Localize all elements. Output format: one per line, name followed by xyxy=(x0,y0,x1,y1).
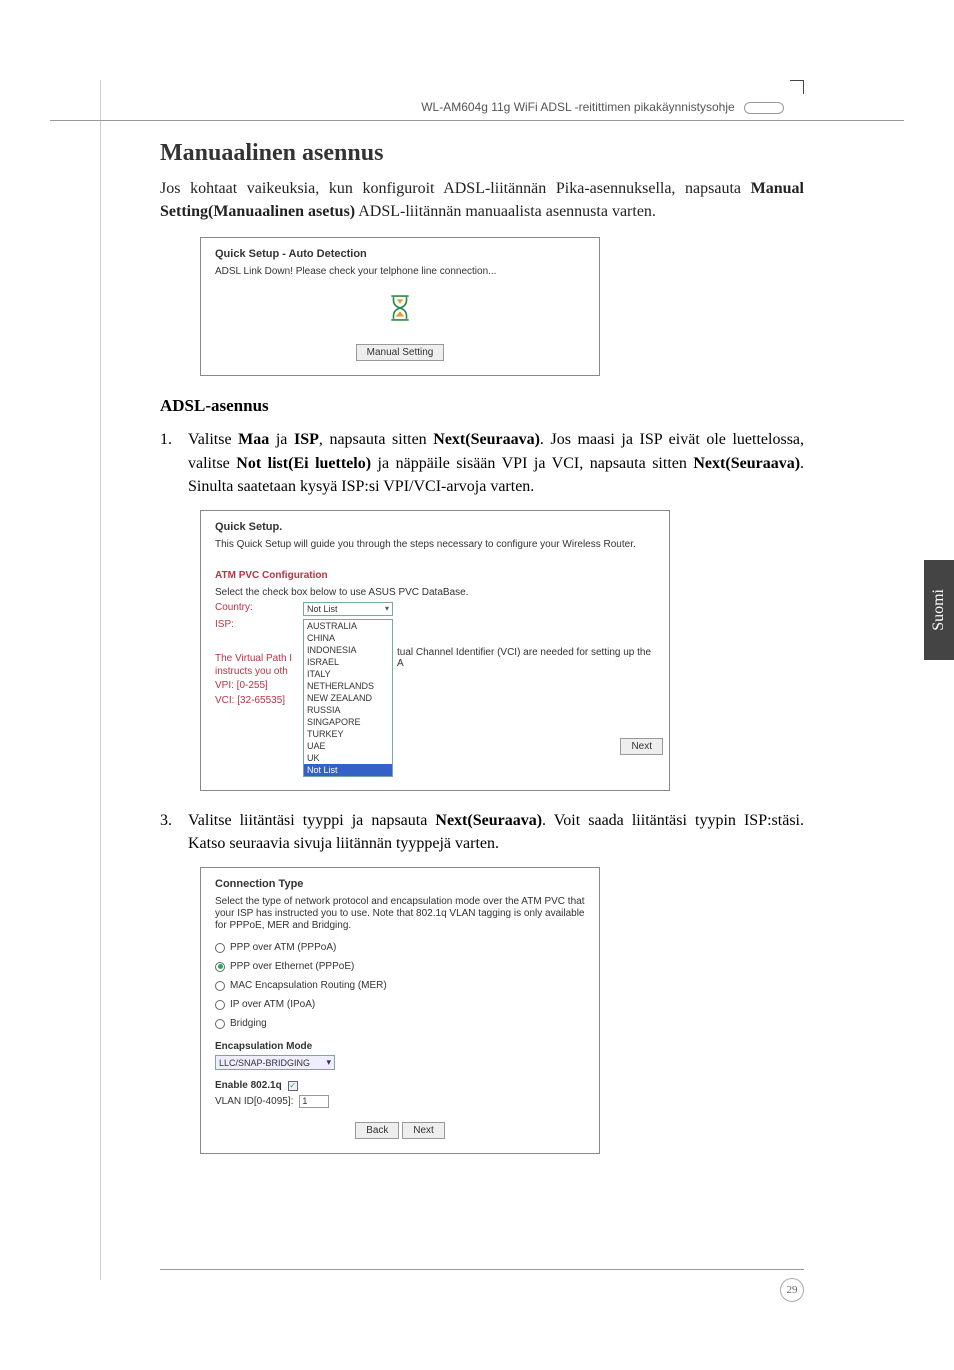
radio-label: PPP over ATM (PPPoA) xyxy=(230,942,336,953)
footer-rule xyxy=(160,1269,804,1270)
isp-option[interactable]: AUSTRALIA xyxy=(304,620,392,632)
step-1-num: 1. xyxy=(160,428,172,451)
radio-icon xyxy=(215,1000,225,1010)
country-value: Not List xyxy=(307,604,338,614)
radio-icon-checked xyxy=(215,962,225,972)
s1-b5: Next(Seuraava) xyxy=(693,455,800,472)
isp-option[interactable]: NETHERLANDS xyxy=(304,680,392,692)
screenshot-quick-setup: Quick Setup. This Quick Setup will guide… xyxy=(200,510,670,791)
hourglass-icon xyxy=(215,295,585,324)
next-button[interactable]: Next xyxy=(620,738,663,755)
s3-b1: Next(Seuraava) xyxy=(435,812,542,829)
enable-8021q-label: Enable 802.1q xyxy=(215,1080,282,1091)
radio-label: PPP over Ethernet (PPPoE) xyxy=(230,961,354,972)
radio-label: Bridging xyxy=(230,1018,267,1029)
country-label: Country: xyxy=(215,602,303,613)
isp-option[interactable]: SINGAPORE xyxy=(304,716,392,728)
isp-option[interactable]: NEW ZEALAND xyxy=(304,692,392,704)
ss2-subheading: ATM PVC Configuration xyxy=(215,570,655,581)
radio-mer[interactable]: MAC Encapsulation Routing (MER) xyxy=(215,980,585,991)
vlan-id-input[interactable]: 1 xyxy=(299,1095,329,1108)
isp-option[interactable]: ITALY xyxy=(304,668,392,680)
s1-b4: Not list(Ei luettelo) xyxy=(236,455,371,472)
s1-t1: Valitse xyxy=(188,431,238,448)
intro-t1: Jos kohtaat vaikeuksia, kun konfiguroit … xyxy=(160,180,751,197)
back-button[interactable]: Back xyxy=(355,1122,399,1139)
radio-pppoa[interactable]: PPP over ATM (PPPoA) xyxy=(215,942,585,953)
ss3-title: Connection Type xyxy=(215,878,585,890)
ss2-desc: This Quick Setup will guide you through … xyxy=(215,539,655,550)
radio-icon xyxy=(215,943,225,953)
next-button[interactable]: Next xyxy=(402,1122,445,1139)
vci-label: VCI: [32-65535] xyxy=(215,694,292,708)
radio-icon xyxy=(215,1019,225,1029)
isp-label: ISP: xyxy=(215,619,303,630)
isp-option[interactable]: TURKEY xyxy=(304,728,392,740)
isp-option[interactable]: RUSSIA xyxy=(304,704,392,716)
radio-ipoa[interactable]: IP over ATM (IPoA) xyxy=(215,999,585,1010)
intro-t2: ADSL-liitännän manuaalista asennusta var… xyxy=(355,203,656,220)
step-1: 1. Valitse Maa ja ISP, napsauta sitten N… xyxy=(160,428,804,498)
isp-option[interactable]: CHINA xyxy=(304,632,392,644)
chevron-down-icon: ▾ xyxy=(326,1057,331,1068)
radio-icon xyxy=(215,981,225,991)
radio-pppoe[interactable]: PPP over Ethernet (PPPoE) xyxy=(215,961,585,972)
s1-t2: ja xyxy=(269,431,294,448)
enable-8021q-checkbox[interactable] xyxy=(288,1081,298,1091)
intro-paragraph: Jos kohtaat vaikeuksia, kun konfiguroit … xyxy=(160,177,804,223)
page-number: 29 xyxy=(780,1278,804,1302)
vlan-label: VLAN ID[0-4095]: xyxy=(215,1096,293,1107)
s1-b2: ISP xyxy=(294,431,319,448)
isp-dropdown-open[interactable]: AUSTRALIA CHINA INDONESIA ISRAEL ITALY N… xyxy=(303,619,393,777)
step-3: 3. Valitse liitäntäsi tyyppi ja napsauta… xyxy=(160,809,804,855)
s3-t1: Valitse liitäntäsi tyyppi ja napsauta xyxy=(188,812,435,829)
isp-option-selected[interactable]: Not List xyxy=(304,764,392,776)
country-select[interactable]: Not List ▾ xyxy=(303,602,393,616)
radio-label: IP over ATM (IPoA) xyxy=(230,999,315,1010)
ss3-desc: Select the type of network protocol and … xyxy=(215,896,585,932)
ss2-title: Quick Setup. xyxy=(215,521,655,533)
encapsulation-select[interactable]: LLC/SNAP-BRIDGING ▾ xyxy=(215,1055,335,1070)
radio-bridging[interactable]: Bridging xyxy=(215,1018,585,1029)
s1-t5: ja näppäile sisään VPI ja VCI, napsauta … xyxy=(371,455,693,472)
vpi-label: VPI: [0-255] xyxy=(215,679,292,693)
ss2-hint: Select the check box below to use ASUS P… xyxy=(215,587,655,598)
isp-option[interactable]: UAE xyxy=(304,740,392,752)
vpath-frag1: The Virtual Path I xyxy=(215,652,292,666)
subsection-title: ADSL-asennus xyxy=(160,396,804,416)
encapsulation-title: Encapsulation Mode xyxy=(215,1041,585,1052)
section-title: Manuaalinen asennus xyxy=(160,140,804,167)
screenshot-auto-detection: Quick Setup - Auto Detection ADSL Link D… xyxy=(200,237,600,376)
manual-setting-button[interactable]: Manual Setting xyxy=(356,344,445,361)
screenshot-connection-type: Connection Type Select the type of netwo… xyxy=(200,867,600,1154)
isp-option[interactable]: ISRAEL xyxy=(304,656,392,668)
language-tab-label: Suomi xyxy=(930,589,948,631)
ss1-title: Quick Setup - Auto Detection xyxy=(215,248,585,260)
ss1-message: ADSL Link Down! Please check your telpho… xyxy=(215,266,585,277)
vci-right-text: tual Channel Identifier (VCI) are needed… xyxy=(397,647,657,669)
chevron-down-icon: ▾ xyxy=(385,604,389,613)
encapsulation-value: LLC/SNAP-BRIDGING xyxy=(219,1058,310,1068)
s1-t3: , napsauta sitten xyxy=(319,431,433,448)
vpath-frag2: instructs you oth xyxy=(215,665,292,679)
isp-option[interactable]: UK xyxy=(304,752,392,764)
language-tab: Suomi xyxy=(924,560,954,660)
s1-b1: Maa xyxy=(238,431,269,448)
radio-label: MAC Encapsulation Routing (MER) xyxy=(230,980,387,991)
isp-option[interactable]: INDONESIA xyxy=(304,644,392,656)
s1-b3: Next(Seuraava) xyxy=(433,431,540,448)
step-3-num: 3. xyxy=(160,809,172,832)
